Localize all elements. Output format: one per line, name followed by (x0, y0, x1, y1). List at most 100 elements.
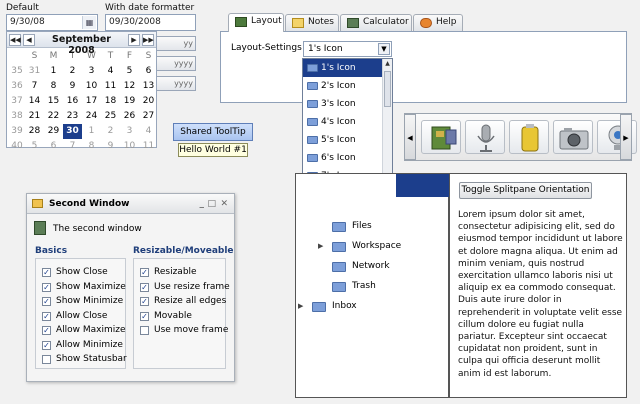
calendar-day[interactable]: 26 (120, 109, 139, 124)
toggle-splitpane-button[interactable]: Toggle Splitpane Orientation (459, 182, 592, 199)
dropdown-option[interactable]: 6's Icon (303, 149, 392, 167)
prev-year-button[interactable]: ◀◀ (9, 34, 21, 46)
checkbox-row[interactable]: ✓ Allow Maximize (42, 323, 126, 338)
calendar-day[interactable]: 21 (25, 109, 44, 124)
maximize-icon[interactable]: □ (207, 194, 216, 214)
checkbox-row[interactable]: ✓ Use resize frame (140, 280, 230, 295)
checkbox-row[interactable]: Show Statusbar (42, 352, 127, 367)
calendar-day[interactable]: 3 (82, 64, 101, 79)
tab-calculator[interactable]: Calculator (340, 14, 412, 31)
scroll-up-icon[interactable]: ▲ (383, 59, 392, 69)
checkbox-unchecked[interactable] (140, 326, 149, 335)
second-window-titlebar[interactable]: Second Window _ □ ✕ (27, 194, 234, 214)
checkbox-unchecked[interactable] (42, 355, 51, 364)
calendar-day[interactable]: 27 (139, 109, 158, 124)
checkbox-row[interactable]: ✓ Resizable (140, 265, 197, 280)
checkbox-checked[interactable]: ✓ (140, 297, 149, 306)
checkbox-row[interactable]: ✓ Show Close (42, 265, 108, 280)
chevron-down-icon[interactable]: ▼ (378, 43, 390, 55)
checkbox-checked[interactable]: ✓ (140, 311, 149, 321)
calendar-day[interactable]: 28 (25, 124, 44, 139)
expand-arrow-icon[interactable]: ▶ (318, 238, 323, 254)
calendar-day[interactable]: 8 (82, 139, 101, 154)
checkbox-checked[interactable]: ✓ (42, 268, 51, 277)
calendar-day[interactable]: 19 (120, 94, 139, 109)
dropdown-option[interactable]: 2's Icon (303, 77, 392, 95)
calendar-day[interactable]: 9 (63, 79, 82, 94)
calendar-day[interactable]: 15 (44, 94, 63, 109)
checkbox-row[interactable]: ✓ Allow Close (42, 309, 107, 324)
next-year-button[interactable]: ▶▶ (142, 34, 154, 46)
checkbox-row[interactable]: ✓ Resize all edges (140, 294, 226, 309)
calendar-day[interactable]: 22 (44, 109, 63, 124)
calendar-day-selected[interactable]: 30 (63, 124, 82, 139)
calendar-day[interactable]: 9 (101, 139, 120, 154)
checkbox-checked[interactable]: ✓ (140, 268, 149, 277)
calendar-day[interactable]: 31 (25, 64, 44, 79)
minimize-icon[interactable]: _ (200, 194, 205, 214)
calendar-day[interactable]: 2 (63, 64, 82, 79)
calendar-day[interactable]: 25 (101, 109, 120, 124)
calendar-day[interactable]: 8 (44, 79, 63, 94)
calendar-day[interactable]: 10 (82, 79, 101, 94)
tab-layout[interactable]: Layout (228, 13, 284, 32)
circuit-board-icon[interactable] (421, 120, 461, 154)
tab-notes[interactable]: Notes (285, 14, 339, 31)
calendar-day[interactable]: 13 (139, 79, 158, 94)
prev-month-button[interactable]: ◀ (23, 34, 35, 46)
checkbox-checked[interactable]: ✓ (140, 282, 149, 292)
calendar-day[interactable]: 5 (25, 139, 44, 154)
calendar-day[interactable]: 11 (139, 139, 158, 154)
calendar-day[interactable]: 7 (63, 139, 82, 154)
carousel-prev-icon[interactable]: ◀ (404, 114, 416, 160)
calendar-day[interactable]: 12 (120, 79, 139, 94)
calendar-day[interactable]: 6 (44, 139, 63, 154)
checkbox-row[interactable]: ✓ Show Maximize (42, 280, 126, 295)
checkbox-checked[interactable]: ✓ (42, 311, 51, 321)
scrollbar-thumb[interactable] (384, 71, 391, 107)
calendar-day[interactable]: 20 (139, 94, 158, 109)
dropdown-option[interactable]: 4's Icon (303, 113, 392, 131)
calendar-day[interactable]: 23 (63, 109, 82, 124)
calendar-day[interactable]: 7 (25, 79, 44, 94)
camera-icon[interactable] (553, 120, 593, 154)
calendar-day[interactable]: 4 (139, 124, 158, 139)
calendar-day[interactable]: 18 (101, 94, 120, 109)
carousel-next-icon[interactable]: ▶ (620, 114, 632, 160)
checkbox-checked[interactable]: ✓ (42, 326, 51, 335)
calendar-day[interactable]: 5 (120, 64, 139, 79)
battery-icon[interactable] (509, 120, 549, 154)
dropdown-option[interactable]: 1's Icon (303, 59, 392, 77)
second-window[interactable]: Second Window _ □ ✕ The second window Ba… (26, 193, 235, 382)
default-date-field[interactable]: 9/30/08 ▦ (6, 14, 98, 31)
expand-arrow-icon[interactable]: ▶ (298, 298, 303, 314)
checkbox-row[interactable]: ✓ Allow Minimize (42, 338, 123, 353)
calendar-day[interactable]: 6 (139, 64, 158, 79)
checkbox-row[interactable]: Use move frame (140, 323, 228, 338)
next-month-button[interactable]: ▶ (128, 34, 140, 46)
checkbox-checked[interactable]: ✓ (42, 282, 51, 292)
calendar-day[interactable]: 1 (44, 64, 63, 79)
dropdown-option[interactable]: 3's Icon (303, 95, 392, 113)
calendar-day[interactable]: 11 (101, 79, 120, 94)
checkbox-checked[interactable]: ✓ (42, 297, 51, 306)
calendar-day[interactable]: 17 (82, 94, 101, 109)
checkbox-row[interactable]: ✓ Show Minimize (42, 294, 123, 309)
calendar-trigger-icon[interactable]: ▦ (82, 16, 96, 29)
calendar-day[interactable]: 1 (82, 124, 101, 139)
close-icon[interactable]: ✕ (220, 194, 228, 214)
checkbox-row[interactable]: ✓ Movable (140, 309, 192, 324)
dropdown-option[interactable]: 5's Icon (303, 131, 392, 149)
tab-help[interactable]: Help (413, 14, 463, 31)
shared-tooltip-button[interactable]: Shared ToolTip (173, 123, 253, 141)
calendar-day[interactable]: 10 (120, 139, 139, 154)
microphone-icon[interactable] (465, 120, 505, 154)
calendar-day[interactable]: 24 (82, 109, 101, 124)
calendar-day[interactable]: 2 (101, 124, 120, 139)
formatter-date-field[interactable]: 09/30/2008 (105, 14, 196, 31)
calendar-day[interactable]: 16 (63, 94, 82, 109)
calendar-day[interactable]: 4 (101, 64, 120, 79)
calendar-day[interactable]: 29 (44, 124, 63, 139)
layout-settings-select[interactable]: 1's Icon ▼ (303, 41, 392, 57)
calendar-day[interactable]: 14 (25, 94, 44, 109)
